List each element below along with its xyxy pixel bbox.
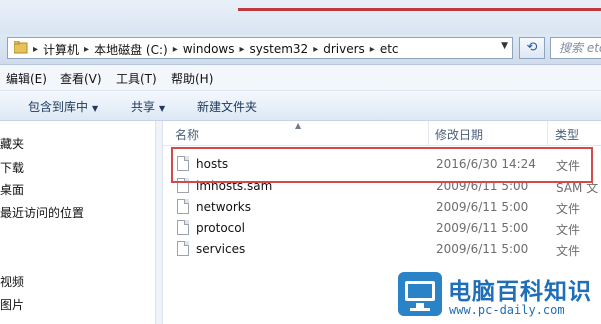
file-icon [177, 241, 189, 256]
monitor-logo-icon [398, 272, 442, 316]
breadcrumb-local-disk[interactable]: 本地磁盘 (C:) [90, 41, 172, 58]
file-name: hosts [196, 157, 229, 171]
breadcrumb-windows[interactable]: windows [179, 42, 239, 56]
nav-item-favorites[interactable]: 藏夹 [0, 135, 24, 152]
address-bar[interactable]: ▸ 计算机 ▸ 本地磁盘 (C:) ▸ windows ▸ system32 ▸… [7, 37, 513, 59]
chevron-down-icon: ▼ [159, 104, 166, 113]
watermark-url: www.pc-daily.com [449, 303, 565, 317]
file-name: lmhosts.sam [196, 179, 273, 193]
column-divider[interactable] [547, 121, 548, 145]
file-icon [177, 156, 189, 171]
include-in-library-label: 包含到库中 [28, 100, 89, 114]
column-divider[interactable] [428, 121, 429, 145]
include-in-library-button[interactable]: 包含到库中 ▼ [28, 98, 98, 115]
menu-edit[interactable]: 编辑(E) [6, 70, 47, 87]
file-type: 文件 [556, 223, 581, 237]
menu-tools[interactable]: 工具(T) [116, 70, 157, 87]
file-row-hosts[interactable]: hosts 2016/6/30 14:24 文件 [163, 154, 601, 175]
sort-ascending-icon: ▲ [295, 121, 302, 130]
search-input[interactable]: 搜索 etc [550, 37, 601, 59]
chevron-down-icon: ▼ [92, 104, 99, 113]
breadcrumb-etc[interactable]: etc [376, 42, 403, 56]
navigation-pane: 藏夹 下载 桌面 最近访问的位置 视频 图片 [0, 121, 156, 324]
file-type: 文件 [556, 159, 581, 173]
nav-item-recent-places[interactable]: 最近访问的位置 [0, 204, 84, 221]
nav-item-downloads[interactable]: 下载 [0, 159, 24, 176]
nav-item-videos[interactable]: 视频 [0, 273, 24, 290]
breadcrumb-computer[interactable]: 计算机 [39, 41, 83, 58]
file-name: services [196, 242, 246, 256]
chevron-right-icon[interactable]: ▸ [83, 44, 90, 55]
breadcrumb: ▸ 计算机 ▸ 本地磁盘 (C:) ▸ windows ▸ system32 ▸… [32, 41, 403, 57]
chevron-right-icon[interactable]: ▸ [32, 44, 39, 55]
share-label: 共享 [131, 100, 156, 114]
refresh-button[interactable]: ⟲ [519, 37, 545, 59]
new-folder-button[interactable]: 新建文件夹 [197, 98, 257, 115]
file-type: 文件 [556, 244, 581, 258]
menu-view[interactable]: 查看(V) [60, 70, 102, 87]
watermark-title: 电脑百科知识 [448, 279, 592, 305]
file-date: 2009/6/11 5:00 [436, 242, 529, 256]
file-date: 2009/6/11 5:00 [436, 221, 529, 235]
file-icon [177, 178, 189, 193]
column-header-row: ▲ 名称 修改日期 类型 [163, 121, 601, 146]
chevron-right-icon[interactable]: ▸ [172, 44, 179, 55]
chevron-right-icon[interactable]: ▸ [369, 44, 376, 55]
file-type: 文件 [556, 202, 581, 216]
breadcrumb-drivers[interactable]: drivers [319, 42, 369, 56]
command-bar: 包含到库中 ▼ 共享 ▼ 新建文件夹 [0, 91, 601, 121]
folder-icon [14, 41, 28, 54]
file-type: SAM 文 [556, 181, 599, 195]
file-date: 2009/6/11 5:00 [436, 200, 529, 214]
share-button[interactable]: 共享 ▼ [131, 98, 165, 115]
file-name: protocol [196, 221, 245, 235]
watermark: 电脑百科知识 www.pc-daily.com [392, 268, 601, 324]
nav-item-pictures[interactable]: 图片 [0, 296, 24, 313]
breadcrumb-system32[interactable]: system32 [246, 42, 313, 56]
file-row-protocol[interactable]: protocol 2009/6/11 5:00 文件 [163, 218, 601, 239]
red-annotation-line [238, 8, 601, 11]
file-row-services[interactable]: services 2009/6/11 5:00 文件 [163, 239, 601, 260]
menu-help[interactable]: 帮助(H) [171, 70, 213, 87]
refresh-icon: ⟲ [526, 40, 538, 55]
nav-item-desktop[interactable]: 桌面 [0, 181, 24, 198]
file-icon [177, 199, 189, 214]
chevron-down-icon[interactable]: ▼ [501, 41, 508, 51]
file-icon [177, 220, 189, 235]
chevron-right-icon[interactable]: ▸ [239, 44, 246, 55]
window-title-strip [0, 0, 601, 34]
chevron-right-icon[interactable]: ▸ [312, 44, 319, 55]
file-date: 2009/6/11 5:00 [436, 179, 529, 193]
column-modified-date[interactable]: 修改日期 [435, 126, 483, 143]
column-type[interactable]: 类型 [555, 126, 579, 143]
menu-bar: 编辑(E) 查看(V) 工具(T) 帮助(H) [0, 65, 601, 91]
address-row: ▸ 计算机 ▸ 本地磁盘 (C:) ▸ windows ▸ system32 ▸… [0, 34, 601, 65]
file-row-networks[interactable]: networks 2009/6/11 5:00 文件 [163, 197, 601, 218]
column-name[interactable]: 名称 [175, 126, 199, 143]
pane-splitter[interactable] [156, 121, 163, 324]
file-date: 2016/6/30 14:24 [436, 157, 536, 171]
file-name: networks [196, 200, 251, 214]
file-row-lmhosts[interactable]: lmhosts.sam 2009/6/11 5:00 SAM 文 [163, 176, 601, 197]
